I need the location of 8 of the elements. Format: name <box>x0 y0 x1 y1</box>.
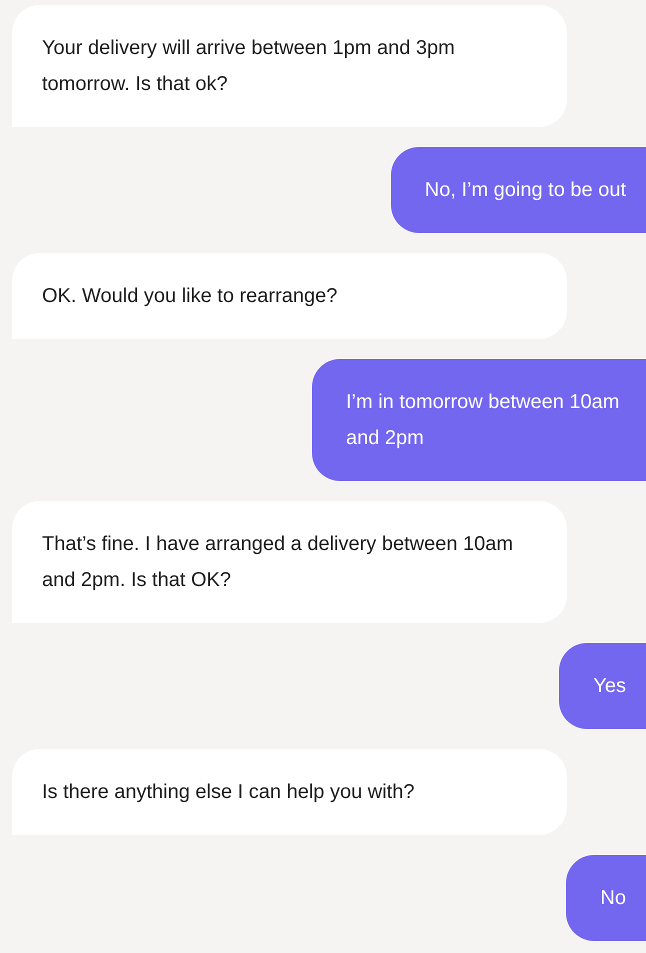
bot-message: That’s fine. I have arranged a delivery between 10am and 2pm. Is that OK? <box>12 501 567 623</box>
bot-message: Is there anything else I can help you with? <box>12 749 567 835</box>
user-message: I’m in tomorrow between 10am and 2pm <box>312 359 646 481</box>
bot-message: Your delivery will arrive between 1pm and 3pm tomorrow. Is that ok? <box>12 5 567 127</box>
user-message: No <box>566 855 646 941</box>
bot-message: OK. Would you like to rearrange? <box>12 253 567 339</box>
user-message: Yes <box>559 643 646 729</box>
user-message: No, I’m going to be out <box>390 147 646 233</box>
